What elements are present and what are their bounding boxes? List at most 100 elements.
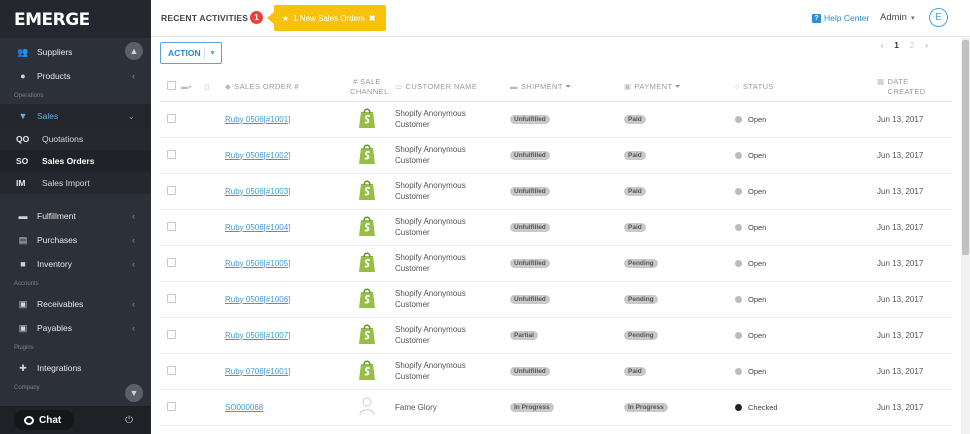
sidebar-item-suppliers[interactable]: 👥 Suppliers (0, 40, 151, 64)
date-created: Jun 13, 2017 (877, 150, 924, 160)
status-text: Open (748, 258, 767, 268)
sidebar-item-products[interactable]: ● Products ‹ (0, 64, 151, 88)
submenu-item-sales-import[interactable]: IM Sales Import (0, 172, 151, 194)
row-checkbox[interactable] (167, 113, 176, 123)
status-text: Open (748, 114, 767, 124)
row-checkbox[interactable] (167, 149, 176, 159)
chevron-left-icon: ‹ (132, 323, 135, 333)
table-row[interactable]: Ruby 0706[#1001] Shopify Anonymous Custom… (160, 353, 952, 390)
col-header-customer[interactable]: CUSTOMER NAME (406, 82, 478, 91)
page-scrollbar[interactable] (961, 38, 970, 434)
prev-page-button[interactable]: ‹ (881, 41, 884, 50)
sales-order-link[interactable]: Ruby 0706[#1001] (225, 367, 290, 376)
date-created: Jun 13, 2017 (877, 366, 924, 376)
shopify-icon (359, 288, 375, 308)
row-checkbox[interactable] (167, 401, 176, 411)
col-header-channel[interactable]: # SALE CHANNEL (350, 77, 388, 97)
filter-icon[interactable]: ⏷ (675, 82, 681, 91)
page-1-button[interactable]: 1 (894, 41, 898, 50)
avatar[interactable]: E (929, 8, 948, 27)
table-row[interactable]: SO000068 Fame Glory In Progress In Progress… (160, 389, 952, 426)
col-header-payment[interactable]: PAYMENT (635, 82, 673, 91)
col-header-date[interactable]: DATE CREATED (888, 77, 934, 97)
select-all-checkbox[interactable] (167, 81, 176, 91)
power-icon[interactable]: ⏻ (125, 415, 133, 426)
sales-order-link[interactable]: SO000068 (225, 403, 263, 412)
shipment-badge: Unfulfilled (510, 115, 550, 124)
top-header: RECENT ACTIVITIES 1 ★ 1 New Sales Orders… (151, 0, 970, 37)
col-header-shipment[interactable]: SHIPMENT (521, 82, 563, 91)
sidebar-item-integrations[interactable]: ✚ Integrations (0, 356, 151, 380)
recent-activities-link[interactable]: RECENT ACTIVITIES (161, 13, 248, 23)
row-checkbox[interactable] (167, 185, 176, 195)
col-header-sales-order[interactable]: SALES ORDER # (234, 82, 299, 91)
cart-icon: ▼ (18, 111, 28, 121)
sidebar-item-purchases[interactable]: ▤ Purchases ‹ (0, 228, 151, 252)
user-name: Admin (880, 12, 907, 23)
status-dot-icon (735, 223, 742, 231)
chevron-down-icon: ⌄ (127, 110, 135, 121)
row-checkbox[interactable] (167, 257, 176, 267)
table-row[interactable]: Ruby 0506[#1006] Shopify Anonymous Custom… (160, 281, 952, 318)
col-header-status[interactable]: STATUS (743, 82, 774, 91)
status-text: Checked (748, 402, 778, 412)
payment-badge: Paid (624, 151, 646, 160)
action-dropdown-button[interactable]: ACTION ▼ (160, 42, 222, 64)
user-menu[interactable]: Admin ▾ (880, 12, 914, 23)
sidebar-item-fulfillment[interactable]: ▬ Fulfillment ‹ (0, 204, 151, 228)
sales-order-link[interactable]: Ruby 0506[#1006] (225, 295, 290, 304)
next-page-button[interactable]: › (925, 41, 928, 50)
shopify-icon (359, 180, 375, 200)
submenu-badge: SO (16, 156, 29, 166)
row-checkbox[interactable] (167, 221, 176, 231)
table-row[interactable]: Ruby 0506[#1002] Shopify Anonymous Custom… (160, 137, 952, 174)
status-badge: Open (735, 151, 877, 160)
sales-order-link[interactable]: Ruby 0506[#1002] (225, 151, 290, 160)
payment-badge: Pending (624, 295, 658, 304)
status-text: Open (748, 366, 767, 376)
page-2-button[interactable]: 2 (910, 41, 914, 50)
row-checkbox[interactable] (167, 365, 176, 375)
sales-order-link[interactable]: Ruby 0506[#1004] (225, 223, 290, 232)
table-row[interactable]: Ruby 0506[#1003] Shopify Anonymous Custom… (160, 173, 952, 210)
date-created: Jun 13, 2017 (877, 114, 924, 124)
submenu-item-quotations[interactable]: QO Quotations (0, 128, 151, 150)
sidebar-item-payables[interactable]: ▣ Payables ‹ (0, 316, 151, 340)
table-row[interactable]: Ruby 0506[#1004] Shopify Anonymous Custom… (160, 209, 952, 246)
filter-icon[interactable]: ⏷ (565, 82, 571, 91)
table-row[interactable]: Ruby 0506[#1005] Shopify Anonymous Custom… (160, 245, 952, 282)
sidebar-scroll-down-button[interactable]: ▼ (125, 384, 143, 402)
help-center-link[interactable]: ? Help Center (812, 13, 869, 23)
table-row[interactable]: Ruby 0506[#1001] Shopify Anonymous Custom… (160, 101, 952, 138)
sidebar-item-label: Fulfillment (37, 211, 76, 221)
tag-icon: ◆ (225, 82, 232, 92)
sales-order-link[interactable]: Ruby 0506[#1007] (225, 331, 290, 340)
shipment-badge: Unfulfilled (510, 187, 550, 196)
tag-icon: ● (20, 71, 26, 81)
shopify-icon (359, 360, 375, 380)
sales-order-link[interactable]: Ruby 0506[#1003] (225, 187, 290, 196)
action-label: ACTION (168, 48, 201, 58)
chat-button[interactable]: Chat (14, 410, 74, 430)
customer-name: Shopify Anonymous Customer (395, 181, 466, 201)
shipment-badge: Unfulfilled (510, 259, 550, 268)
sales-order-link[interactable]: Ruby 0506[#1001] (225, 115, 290, 124)
sidebar-item-sales[interactable]: ▼ Sales ⌄ (0, 104, 151, 128)
new-orders-notification[interactable]: ★ 1 New Sales Orders ✖ (267, 5, 386, 31)
sales-order-link[interactable]: Ruby 0506[#1005] (225, 259, 290, 268)
row-checkbox[interactable] (167, 329, 176, 339)
payment-badge: Paid (624, 367, 646, 376)
chat-bubble-icon (24, 415, 34, 425)
shopify-icon (359, 252, 375, 272)
submenu-item-sales-orders[interactable]: SO Sales Orders (0, 150, 151, 172)
close-icon[interactable]: ✖ (369, 14, 376, 23)
status-text: Open (748, 150, 767, 160)
sidebar-item-receivables[interactable]: ▣ Receivables ‹ (0, 292, 151, 316)
plug-icon: ✚ (19, 362, 27, 373)
date-created: Jun 13, 2017 (877, 258, 924, 268)
table-row[interactable]: Ruby 0506[#1007] Shopify Anonymous Custom… (160, 317, 952, 354)
row-checkbox[interactable] (167, 293, 176, 303)
sidebar-item-inventory[interactable]: ■ Inventory ‹ (0, 252, 151, 276)
status-badge: Open (735, 187, 877, 196)
scrollbar-thumb[interactable] (962, 40, 969, 255)
